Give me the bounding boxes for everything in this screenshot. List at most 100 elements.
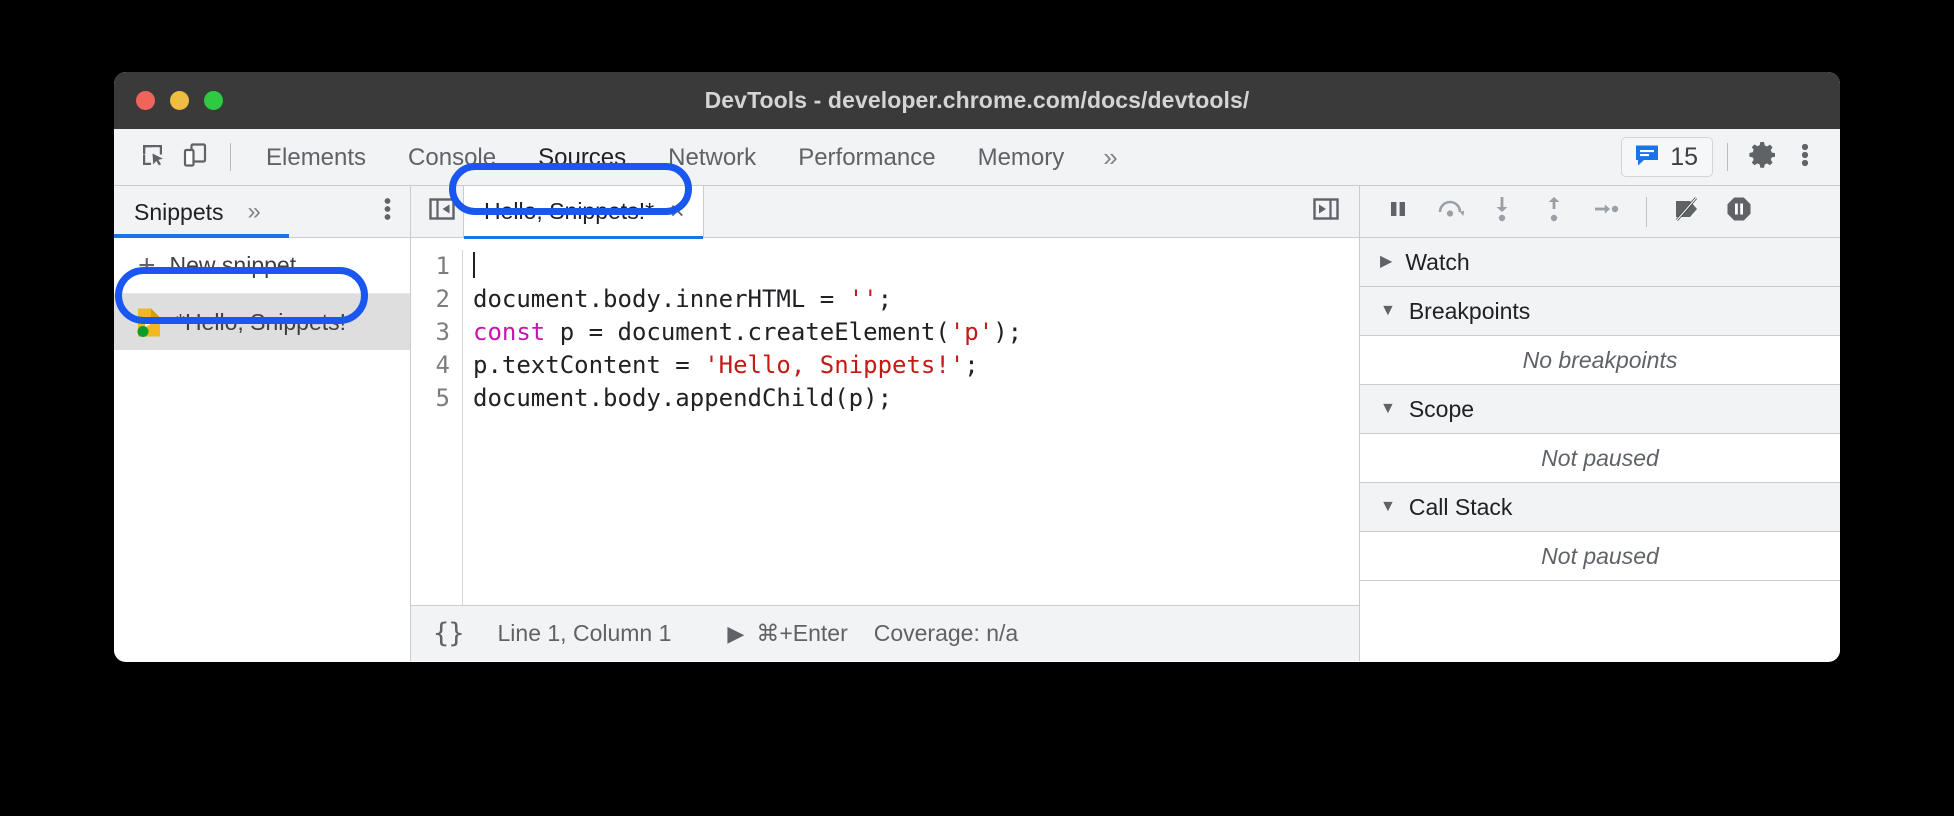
tab-elements[interactable]: Elements [245,129,387,186]
source-editor-pane: Hello, Snippets!* × 1 2 3 4 5 document.b… [411,185,1360,661]
section-body-call-stack: Not paused [1360,532,1840,581]
step-icon [1592,198,1620,225]
debugger-toolbar-divider [1646,196,1647,227]
maximize-button[interactable] [204,91,223,110]
code-editor[interactable]: 1 2 3 4 5 document.body.innerHTML = ''; … [411,238,1359,605]
section-header-watch[interactable]: ▶ Watch [1360,238,1840,287]
tab-network[interactable]: Network [647,129,777,186]
step-into-next-function-call-button[interactable] [1478,190,1526,234]
section-title: Breakpoints [1408,297,1531,324]
toolbar-divider [230,143,231,171]
section-header-call-stack[interactable]: ▼ Call Stack [1360,483,1840,532]
editor-tab-hello-snippets[interactable]: Hello, Snippets!* × [463,185,704,239]
editor-tabbar-right [1305,191,1347,233]
device-toolbar-button[interactable] [174,136,216,178]
chevron-down-icon: ▼ [1380,302,1396,319]
pause-on-exceptions-icon [1725,195,1753,228]
step-out-of-current-function-button[interactable] [1530,190,1578,234]
window-controls [136,91,223,110]
text-caret [473,252,475,278]
close-icon[interactable]: × [670,199,685,224]
run-shortcut-label: ⌘+Enter [756,620,848,646]
gear-icon [1748,140,1778,175]
show-debugger-panel-button[interactable] [1305,191,1347,233]
devtools-main-toolbar: Elements Console Sources Network Perform… [114,129,1840,186]
show-navigator-panel-button[interactable] [421,191,463,233]
tab-console[interactable]: Console [387,129,517,186]
editor-tabbar: Hello, Snippets!* × [411,185,1359,239]
empty-state-text: Not paused [1541,542,1659,569]
step-out-of-current-function-icon [1543,195,1565,228]
list-item[interactable]: *Hello, Snippets! [114,294,410,350]
coverage-status: Coverage: n/a [873,620,1019,646]
debugger-toolbar [1360,186,1840,238]
navigator-tabbar: Snippets » [114,186,410,238]
plus-icon: + [138,248,156,282]
run-snippet-button[interactable]: ▶ ⌘+Enter [727,620,847,647]
gutter-lines: 1 2 3 4 5 [435,252,450,412]
section-body-scope: Not paused [1360,434,1840,483]
line-number-gutter: 1 2 3 4 5 [411,250,463,605]
inspect-element-button[interactable] [132,136,174,178]
chevron-right-icon: ▶ [1380,253,1393,270]
pretty-print-button[interactable]: {} [433,618,465,649]
cursor-position: Line 1, Column 1 [497,620,672,646]
new-snippet-label: New snippet [169,252,297,278]
debugger-pane: ▶ Watch ▼ Breakpoints No breakpoints ▼ S… [1360,186,1840,661]
section-body-breakpoints: No breakpoints [1360,336,1840,385]
navigator-tab-indicator [114,234,289,238]
deactivate-breakpoints-icon [1671,195,1703,228]
show-debugger-panel-icon [1312,195,1340,228]
tab-performance[interactable]: Performance [777,129,956,186]
snippet-file-icon [136,307,162,337]
pause-script-execution-button[interactable] [1374,190,1422,234]
inspect-element-icon [140,142,166,173]
panel-tab-strip: Elements Console Sources Network Perform… [245,129,1621,186]
issues-count: 15 [1670,142,1698,171]
chevron-down-icon: ▼ [1380,498,1396,515]
section-title: Scope [1408,395,1475,422]
sources-navigator-pane: Snippets » + New snippet *Hello, Snippet… [114,186,411,661]
screenshot-root: DevTools - developer.chrome.com/docs/dev… [0,0,1954,816]
more-options-button[interactable] [1784,136,1826,178]
empty-state-text: Not paused [1541,444,1659,471]
navigator-more-options-button[interactable] [383,195,392,228]
navigator-more-tabs-icon[interactable]: » [248,199,261,224]
editor-tab-title: Hello, Snippets!* [484,198,655,224]
new-snippet-button[interactable]: + New snippet [114,238,410,294]
tab-sources[interactable]: Sources [517,129,647,186]
tab-memory[interactable]: Memory [957,129,1086,186]
devtools-body: Snippets » + New snippet *Hello, Snippet… [114,185,1840,661]
step-over-next-function-call-icon [1436,196,1465,227]
more-tabs-icon[interactable]: » [1085,144,1135,170]
step-over-next-function-call-button[interactable] [1426,190,1474,234]
minimize-button[interactable] [170,91,189,110]
editor-tab-indicator [464,235,703,239]
device-toolbar-icon [182,142,208,173]
issues-button[interactable]: 15 [1621,137,1713,177]
more-options-icon [383,198,392,227]
issues-message-icon [1633,141,1661,174]
sidebar-item-snippets[interactable]: Snippets [134,186,228,238]
chevron-down-icon: ▼ [1380,400,1396,417]
close-button[interactable] [136,91,155,110]
editor-status-bar: {} Line 1, Column 1 ▶ ⌘+Enter Coverage: … [411,605,1359,661]
code-content[interactable]: document.body.innerHTML = ''; const p = … [463,250,1359,605]
pause-script-execution-icon [1385,196,1411,227]
empty-state-text: No breakpoints [1522,346,1678,373]
more-options-icon [1800,140,1810,175]
window-title: DevTools - developer.chrome.com/docs/dev… [704,87,1250,113]
toolbar-divider-2 [1727,143,1728,171]
pause-on-exceptions-button[interactable] [1715,190,1763,234]
list-item-label: *Hello, Snippets! [176,308,347,335]
section-title: Call Stack [1408,493,1513,520]
devtools-window: DevTools - developer.chrome.com/docs/dev… [114,72,1840,662]
window-titlebar: DevTools - developer.chrome.com/docs/dev… [114,72,1840,129]
section-header-scope[interactable]: ▼ Scope [1360,385,1840,434]
section-header-breakpoints[interactable]: ▼ Breakpoints [1360,287,1840,336]
show-navigator-panel-icon [428,195,456,228]
deactivate-breakpoints-button[interactable] [1663,190,1711,234]
settings-button[interactable] [1742,136,1784,178]
step-button[interactable] [1582,190,1630,234]
section-title: Watch [1405,248,1470,275]
